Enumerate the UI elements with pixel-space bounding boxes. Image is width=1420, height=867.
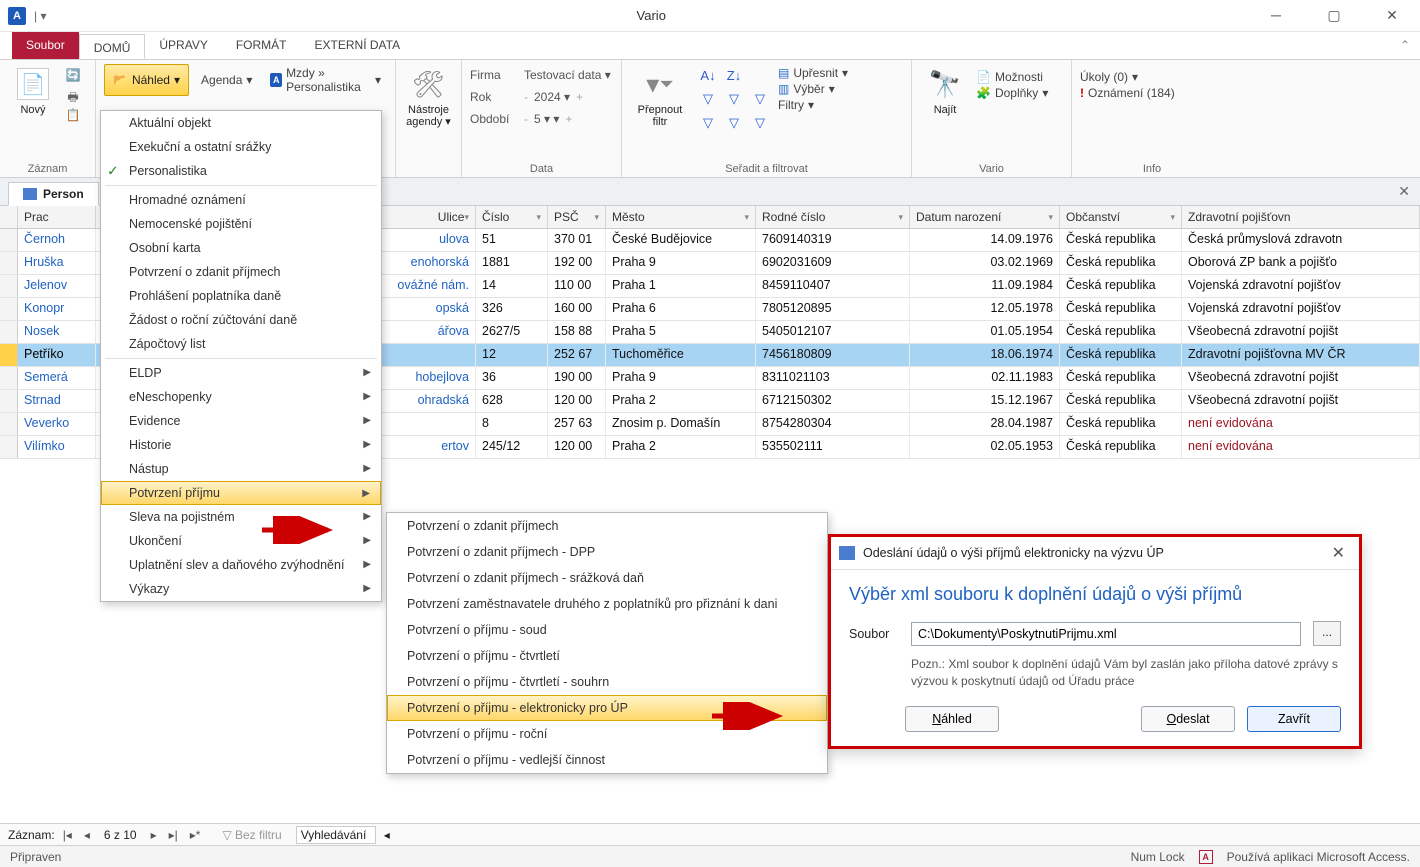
- ribbon-tabs: Soubor DOMŮ ÚPRAVY FORMÁT EXTERNÍ DATA ⌃: [0, 32, 1420, 60]
- submenu-item[interactable]: Potvrzení o zdanit příjmech - srážková d…: [387, 565, 827, 591]
- collapse-ribbon-icon[interactable]: ⌃: [1400, 38, 1410, 52]
- zavrit-button[interactable]: Zavřít: [1247, 706, 1341, 732]
- menu-item[interactable]: Osobní karta: [101, 236, 381, 260]
- menu-item[interactable]: eNeschopenky▶: [101, 385, 381, 409]
- dialog-title: Odeslání údajů o výši příjmů elektronick…: [863, 546, 1164, 560]
- window-title: Vario: [46, 8, 1256, 23]
- menu-item[interactable]: Žádost o roční zúčtování daně: [101, 308, 381, 332]
- filter-icon: ▽: [696, 88, 720, 110]
- numlock-indicator: Num Lock: [1131, 850, 1185, 864]
- submenu-item[interactable]: Potvrzení o příjmu - vedlejší činnost: [387, 747, 827, 773]
- submenu-item[interactable]: Potvrzení o zdanit příjmech: [387, 513, 827, 539]
- copy-icon[interactable]: 📋: [64, 108, 82, 124]
- tab-format[interactable]: FORMÁT: [222, 32, 301, 59]
- dialog-heading: Výběr xml souboru k doplnění údajů o výš…: [849, 584, 1341, 605]
- menu-item[interactable]: Potvrzení příjmu▶: [101, 481, 381, 505]
- binoculars-icon: 🔭: [929, 68, 961, 100]
- quick-access-toolbar: | ▾: [34, 9, 46, 23]
- obdobi-select[interactable]: 5 ▾ ▾: [534, 112, 559, 126]
- maximize-button[interactable]: ▢: [1314, 7, 1354, 24]
- menu-item[interactable]: Nástup▶: [101, 457, 381, 481]
- doplnky-button[interactable]: 🧩Doplňky ▾: [976, 86, 1048, 100]
- dialog-note: Pozn.: Xml soubor k doplnění údajů Vám b…: [911, 656, 1341, 690]
- tab-external[interactable]: EXTERNÍ DATA: [301, 32, 415, 59]
- menu-item[interactable]: Výkazy▶: [101, 577, 381, 601]
- filtry-button[interactable]: Filtry ▾: [778, 98, 848, 112]
- document-tab[interactable]: Person: [8, 182, 99, 206]
- submenu-item[interactable]: Potvrzení zaměstnavatele druhého z popla…: [387, 591, 827, 617]
- dialog-close-button[interactable]: ✕: [1326, 543, 1351, 563]
- menu-item[interactable]: Zápočtový list: [101, 332, 381, 356]
- menu-item[interactable]: Personalistika✓: [101, 159, 381, 183]
- menu-item[interactable]: Evidence▶: [101, 409, 381, 433]
- sort-icons[interactable]: A↓Z↓ ▽▽▽ ▽▽▽: [696, 64, 772, 134]
- submenu-item[interactable]: Potvrzení o příjmu - čtvrtletí: [387, 643, 827, 669]
- nahled-dropdown[interactable]: 📂Náhled ▾: [104, 64, 189, 96]
- print-icon[interactable]: 🖶: [64, 88, 82, 104]
- soubor-label: Soubor: [849, 627, 899, 641]
- soubor-input[interactable]: [911, 622, 1301, 646]
- access-label: Používá aplikaci Microsoft Access.: [1227, 850, 1410, 864]
- menu-item[interactable]: Potvrzení o zdanit příjmech: [101, 260, 381, 284]
- close-button[interactable]: ✕: [1372, 7, 1412, 24]
- new-button[interactable]: 📄 Nový: [8, 64, 58, 116]
- ukoly-button[interactable]: Úkoly (0) ▾: [1080, 70, 1175, 84]
- titlebar: A | ▾ Vario ─ ▢ ✕: [0, 0, 1420, 32]
- funnel-icon: ▾⏷: [644, 68, 676, 100]
- tab-edits[interactable]: ÚPRAVY: [145, 32, 221, 59]
- submenu-item[interactable]: Potvrzení o příjmu - čtvrtletí - souhrn: [387, 669, 827, 695]
- menu-item[interactable]: Nemocenské pojištění: [101, 212, 381, 236]
- menu-item[interactable]: Aktuální objekt: [101, 111, 381, 135]
- nav-prev[interactable]: ◂: [80, 828, 94, 842]
- submenu-item[interactable]: Potvrzení o příjmu - soud: [387, 617, 827, 643]
- menu-item[interactable]: Hromadné oznámení: [101, 188, 381, 212]
- sort-desc-icon: Z↓: [722, 64, 746, 86]
- browse-button[interactable]: ...: [1313, 621, 1341, 646]
- nav-new[interactable]: ▸*: [186, 828, 205, 842]
- app-icon: A: [8, 7, 26, 25]
- nav-first[interactable]: |◂: [59, 828, 76, 842]
- document-icon: 📄: [17, 68, 49, 100]
- nahled-button[interactable]: Náhled: [905, 706, 999, 732]
- minimize-button[interactable]: ─: [1256, 7, 1296, 24]
- search-input[interactable]: Vyhledávání: [296, 826, 376, 844]
- dialog-icon: [839, 546, 855, 560]
- breadcrumb[interactable]: AMzdy » Personalistika ▾: [264, 64, 387, 96]
- vyber-button[interactable]: ▥Výběr ▾: [778, 82, 848, 96]
- status-ready: Připraven: [10, 850, 61, 864]
- potvrzeni-prijmu-submenu: Potvrzení o zdanit příjmechPotvrzení o z…: [386, 512, 828, 774]
- menu-item[interactable]: Uplatnění slev a daňového zvýhodnění▶: [101, 553, 381, 577]
- menu-item[interactable]: Historie▶: [101, 433, 381, 457]
- tab-file[interactable]: Soubor: [12, 32, 79, 59]
- odeslat-button[interactable]: Odeslat: [1141, 706, 1235, 732]
- nastroje-agendy-button[interactable]: 🛠 Nástroje agendy ▾: [404, 64, 453, 128]
- rok-select[interactable]: 2024 ▾: [534, 90, 570, 104]
- record-navigator: Záznam: |◂ ◂ 6 z 10 ▸ ▸| ▸* ▽ Bez filtru…: [0, 823, 1420, 845]
- nav-last[interactable]: ▸|: [165, 828, 182, 842]
- sort-asc-icon: A↓: [696, 64, 720, 86]
- oznameni-button[interactable]: !Oznámení (184): [1080, 86, 1175, 100]
- close-tab-icon[interactable]: ✕: [1398, 183, 1410, 200]
- record-position: 6 z 10: [98, 828, 143, 842]
- xml-dialog: Odeslání údajů o výši příjmů elektronick…: [828, 534, 1362, 749]
- najit-button[interactable]: 🔭 Najít: [920, 64, 970, 116]
- moznosti-button[interactable]: 📄Možnosti: [976, 70, 1048, 84]
- tools-icon: 🛠: [413, 68, 445, 100]
- access-icon: A: [1199, 850, 1213, 864]
- refresh-icon[interactable]: 🔄: [64, 68, 82, 84]
- menu-item[interactable]: Exekuční a ostatní srážky: [101, 135, 381, 159]
- toggle-filter-button[interactable]: ▾⏷ Přepnout filtr: [630, 64, 690, 128]
- tab-home[interactable]: DOMŮ: [79, 34, 146, 59]
- agenda-dropdown[interactable]: Agenda ▾: [195, 64, 258, 96]
- menu-item[interactable]: ELDP▶: [101, 361, 381, 385]
- upresnit-button[interactable]: ▤Upřesnit ▾: [778, 66, 848, 80]
- status-bar: Připraven Num Lock A Používá aplikaci Mi…: [0, 845, 1420, 867]
- nav-next[interactable]: ▸: [147, 828, 161, 842]
- menu-item[interactable]: Prohlášení poplatníka daně: [101, 284, 381, 308]
- submenu-item[interactable]: Potvrzení o zdanit příjmech - DPP: [387, 539, 827, 565]
- no-filter-label: ▽ Bez filtru: [222, 828, 281, 842]
